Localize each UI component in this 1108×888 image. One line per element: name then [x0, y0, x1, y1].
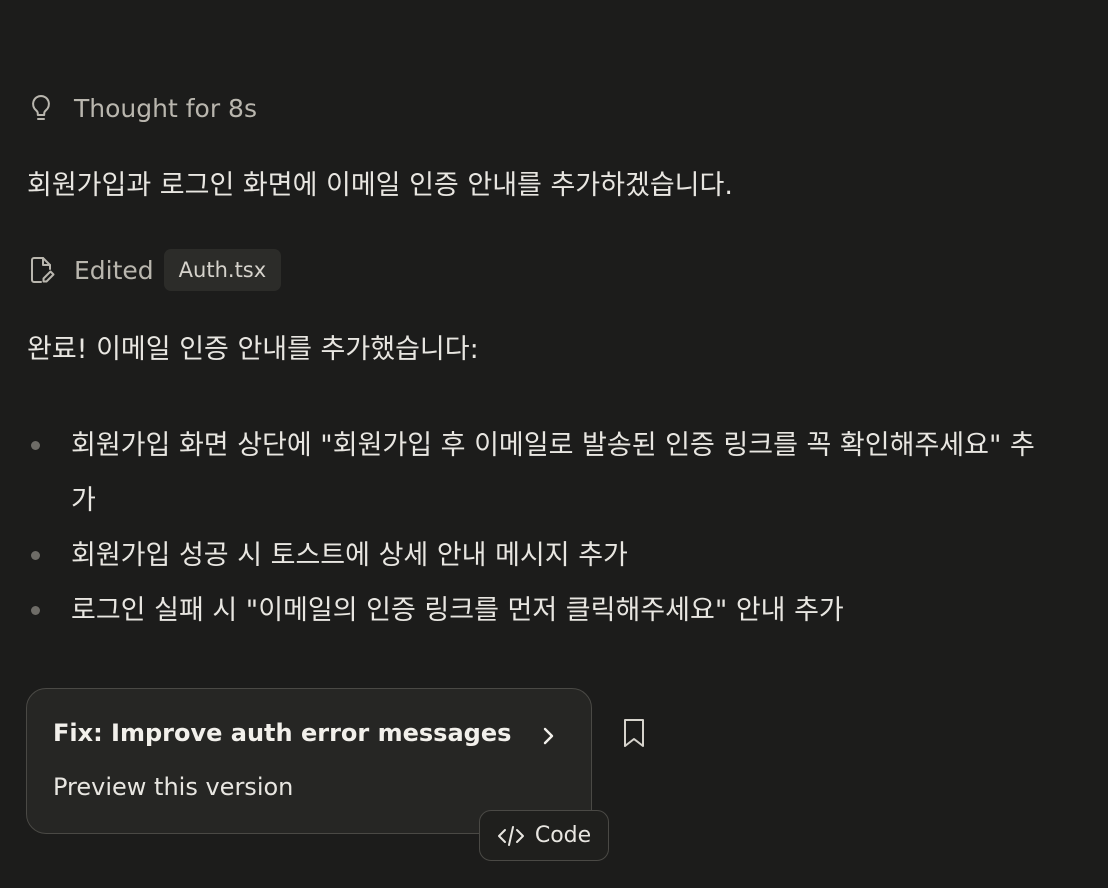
- lightbulb-icon: [28, 93, 54, 123]
- thought-indicator[interactable]: Thought for 8s: [28, 90, 257, 126]
- list-item: 로그인 실패 시 "이메일의 인증 링크를 먼저 클릭해주세요" 안내 추가: [27, 583, 1057, 638]
- code-icon: [497, 825, 525, 847]
- code-button-label: Code: [534, 823, 592, 848]
- bullet-dot: [31, 441, 40, 450]
- thought-label: Thought for 8s: [74, 93, 257, 123]
- assistant-message-intro: 회원가입과 로그인 화면에 이메일 인증 안내를 추가하겠습니다.: [27, 170, 733, 201]
- list-item: 회원가입 성공 시 토스트에 상세 안내 메시지 추가: [27, 528, 1057, 583]
- file-edit-icon: [28, 255, 56, 285]
- edit-indicator: Edited Auth.tsx: [28, 249, 282, 291]
- list-item: 회원가입 화면 상단에 "회원가입 후 이메일로 발송된 인증 링크를 꼭 확인…: [27, 418, 1057, 528]
- bookmark-icon[interactable]: [620, 716, 648, 750]
- chat-transcript: Thought for 8s 회원가입과 로그인 화면에 이메일 인증 안내를 …: [0, 0, 1108, 888]
- list-item-text: 회원가입 성공 시 토스트에 상세 안내 메시지 추가: [71, 540, 628, 571]
- version-title: Fix: Improve auth error messages: [53, 719, 512, 747]
- preview-version-link: Preview this version: [53, 773, 294, 801]
- file-chip[interactable]: Auth.tsx: [163, 249, 282, 291]
- list-item-text: 회원가입 화면 상단에 "회원가입 후 이메일로 발송된 인증 링크를 꼭 확인…: [71, 430, 1035, 516]
- assistant-message-done: 완료! 이메일 인증 안내를 추가했습니다:: [27, 334, 479, 365]
- change-list: 회원가입 화면 상단에 "회원가입 후 이메일로 발송된 인증 링크를 꼭 확인…: [27, 418, 1057, 638]
- code-button[interactable]: Code: [479, 810, 609, 861]
- bullet-dot: [31, 606, 40, 615]
- bullet-dot: [31, 551, 40, 560]
- list-item-text: 로그인 실패 시 "이메일의 인증 링크를 먼저 클릭해주세요" 안내 추가: [71, 595, 844, 626]
- chevron-right-icon: [533, 721, 563, 751]
- edited-label: Edited: [74, 255, 154, 285]
